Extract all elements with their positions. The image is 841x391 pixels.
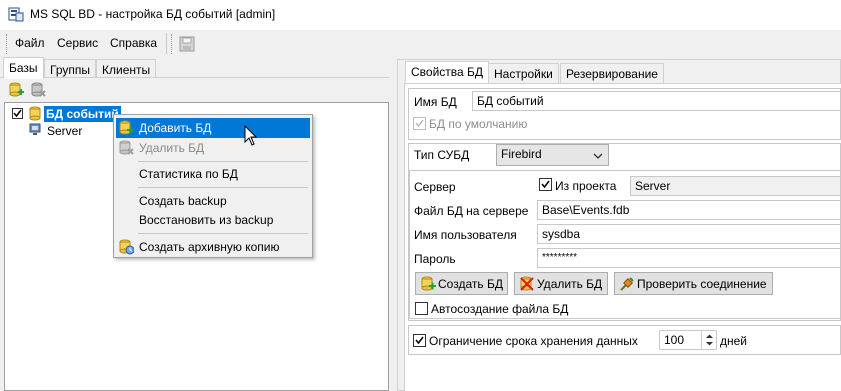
server-input[interactable]: Server — [630, 176, 841, 196]
db-file-label: Файл БД на сервере — [414, 204, 529, 218]
dbms-type-label: Тип СУБД — [414, 148, 470, 162]
tab-databases[interactable]: Базы — [3, 57, 44, 79]
password-input[interactable]: ********* — [537, 248, 841, 268]
db-name-input[interactable]: БД событий — [472, 91, 841, 111]
db-node-checkbox[interactable] — [12, 108, 23, 119]
context-menu: Добавить БД Удалить БД Статистика по БД … — [113, 114, 313, 258]
ctx-create-archive-label: Создать архивную копию — [139, 240, 280, 254]
mouse-cursor-icon — [244, 124, 258, 150]
add-db-icon — [7, 82, 25, 102]
ctx-create-archive[interactable]: Создать архивную копию — [116, 237, 310, 257]
title-bar: MS SQL BD - настройка БД событий [admin] — [0, 0, 841, 30]
connection-plug-icon — [619, 276, 635, 292]
toolbar-separator — [166, 33, 167, 54]
create-db-label: Создать БД — [438, 277, 503, 291]
retention-spinner[interactable] — [701, 331, 716, 349]
menu-service[interactable]: Сервис — [57, 36, 98, 50]
ctx-create-backup[interactable]: Создать backup — [116, 191, 310, 211]
tree-node-server[interactable]: Server — [47, 124, 82, 138]
ctx-separator — [138, 187, 308, 188]
autocreate-label: Автосоздание файла БД — [431, 302, 569, 316]
default-db-label: БД по умолчанию — [429, 117, 528, 131]
floppy-icon — [179, 36, 195, 55]
menu-grip — [6, 34, 9, 54]
username-input[interactable]: sysdba — [537, 224, 841, 244]
toolbar-grip — [171, 34, 174, 54]
chevron-down-icon — [593, 150, 603, 164]
ctx-create-backup-label: Создать backup — [139, 194, 227, 208]
server-icon — [28, 123, 42, 140]
create-db-icon — [420, 276, 436, 292]
ctx-db-stats-label: Статистика по БД — [139, 167, 238, 181]
dbms-type-value: Firebird — [501, 147, 542, 161]
delete-db-icon — [118, 140, 134, 159]
autocreate-checkbox[interactable] — [415, 302, 428, 315]
check-connection-button[interactable]: Проверить соединение — [614, 272, 773, 295]
menu-file[interactable]: Файл — [15, 36, 45, 50]
delete-db-toolbar-button[interactable] — [29, 81, 47, 99]
save-button[interactable] — [176, 33, 198, 55]
default-db-checkbox[interactable] — [413, 117, 426, 130]
create-db-button[interactable]: Создать БД — [415, 272, 508, 295]
days-label: дней — [720, 334, 748, 348]
ctx-add-db[interactable]: Добавить БД — [116, 118, 310, 138]
add-db-icon — [118, 120, 134, 139]
username-label: Имя пользователя — [414, 228, 517, 242]
ctx-delete-db[interactable]: Удалить БД — [116, 138, 310, 158]
app-icon — [8, 6, 24, 22]
tab-db-properties[interactable]: Свойства БД — [405, 61, 490, 83]
ctx-delete-db-label: Удалить БД — [139, 141, 205, 155]
db-name-label: Имя БД — [414, 95, 457, 109]
delete-db-icon — [29, 82, 47, 102]
tab-clients[interactable]: Клиенты — [96, 59, 157, 79]
from-project-checkbox[interactable] — [539, 178, 552, 191]
ctx-restore-backup-label: Восстановить из backup — [139, 213, 274, 227]
ctx-separator — [138, 161, 308, 162]
tab-settings[interactable]: Настройки — [488, 63, 559, 83]
password-label: Пароль — [414, 252, 456, 266]
window-title: MS SQL BD - настройка БД событий [admin] — [30, 7, 276, 21]
ctx-separator — [138, 233, 308, 234]
ctx-db-stats[interactable]: Статистика по БД — [116, 164, 310, 184]
add-db-toolbar-button[interactable] — [7, 81, 25, 99]
menu-help[interactable]: Справка — [110, 36, 157, 50]
delete-db-icon — [519, 276, 535, 292]
archive-icon — [118, 239, 135, 258]
tree-node-db[interactable]: БД событий — [44, 106, 121, 122]
delete-db-label: Удалить БД — [537, 277, 603, 291]
check-connection-label: Проверить соединение — [637, 277, 767, 291]
server-label: Сервер — [414, 180, 456, 194]
tab-reservation[interactable]: Резервирование — [560, 63, 664, 83]
delete-db-button[interactable]: Удалить БД — [514, 272, 608, 295]
ctx-add-db-label: Добавить БД — [139, 121, 212, 135]
tab-groups[interactable]: Группы — [44, 59, 96, 79]
db-file-input[interactable]: Base\Events.fdb — [537, 200, 841, 220]
from-project-label: Из проекта — [555, 179, 617, 193]
retention-label: Ограничение срока хранения данных — [429, 334, 638, 348]
dbms-type-select[interactable]: Firebird — [496, 144, 609, 166]
retention-checkbox[interactable] — [413, 334, 426, 347]
ctx-restore-backup[interactable]: Восстановить из backup — [116, 210, 310, 230]
